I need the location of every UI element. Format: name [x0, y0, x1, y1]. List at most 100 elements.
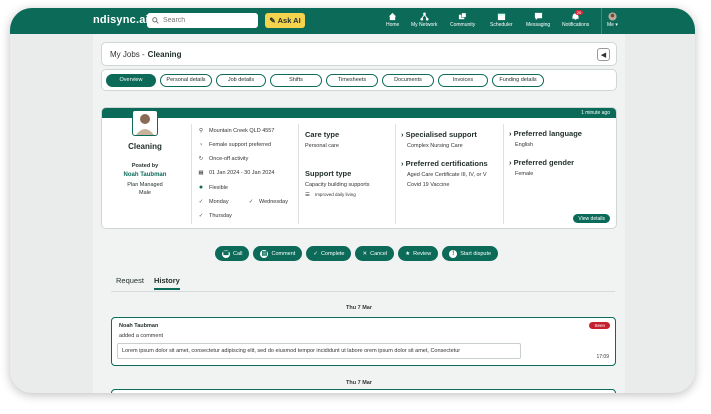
call-button[interactable]: ☎ Call [215, 246, 250, 261]
cancel-label: Cancel [370, 250, 388, 257]
poster-name[interactable]: Noah Taubman [102, 172, 188, 178]
calendar-icon: ▦ [198, 170, 204, 176]
repeat-icon: ↻ [198, 156, 204, 162]
nav-home[interactable]: Home [386, 12, 399, 28]
search-box[interactable] [147, 13, 258, 28]
back-arrow-icon: ◀ [600, 51, 607, 59]
start-dispute-label: Start dispute [460, 250, 492, 257]
comment-author: Noah Taubman [119, 323, 159, 329]
tab-shifts[interactable]: Shifts [270, 73, 322, 87]
specialised-label: Specialised support [405, 130, 477, 139]
back-button[interactable]: ◀ [597, 48, 610, 61]
complete-button[interactable]: ✓ Complete [306, 246, 352, 261]
job-frequency: Once-off activity [209, 156, 249, 162]
comment-button[interactable]: ▤ Comment [253, 246, 303, 261]
nav-scheduler-label: Scheduler [490, 22, 513, 28]
list-icon: ☰ [305, 192, 310, 198]
divider [111, 291, 615, 292]
history-date: Thu 7 Mar [346, 305, 372, 311]
poster-gender: Male [139, 190, 151, 196]
nav-my-network[interactable]: My Network [411, 12, 437, 28]
comment-time: 17:09 [596, 354, 609, 360]
page-title: Cleaning [147, 49, 182, 59]
support-preference: Female support preferred [209, 142, 272, 148]
search-input[interactable] [163, 17, 253, 24]
tab-request[interactable]: Request [116, 276, 144, 290]
start-dispute-button[interactable]: ! Start dispute [442, 246, 499, 261]
care-type-value: Personal care [305, 143, 339, 149]
main-content: My Jobs - Cleaning ◀ Overview Personal d… [93, 34, 625, 393]
tab-job-details[interactable]: Job details [216, 73, 266, 87]
app-logo[interactable]: ndisync.ai [93, 14, 149, 26]
history-comment-entry: Noah Taubman added a comment Lorem ipsum… [111, 317, 616, 366]
tab-personal-details[interactable]: Personal details [160, 73, 212, 87]
cancel-button[interactable]: ✕ Cancel [355, 246, 395, 261]
history-entry [111, 389, 616, 393]
divider [191, 124, 192, 224]
star-icon: ★ [405, 250, 411, 257]
divider [503, 124, 504, 224]
complete-label: Complete [320, 250, 345, 257]
preferences-section: › Preferred language English › Preferred… [509, 129, 582, 177]
tab-timesheets[interactable]: Timesheets [326, 73, 378, 87]
scheduler-icon [497, 13, 505, 21]
day-wednesday: Wednesday [259, 199, 288, 205]
nav-me-label: Me ▾ [607, 22, 618, 28]
history-tabs: Request History [116, 276, 180, 290]
chevron-right-icon: › [401, 130, 404, 139]
phone-icon: ☎ [222, 249, 230, 258]
view-details-button[interactable]: View details [573, 214, 610, 223]
call-label: Call [233, 250, 243, 257]
specialised-value: Complex Nursing Care [407, 143, 463, 149]
location-pin-icon: ⚲ [198, 128, 204, 134]
tab-history[interactable]: History [153, 276, 180, 290]
plan-type: Plan Managed [127, 182, 163, 188]
tab-overview[interactable]: Overview [106, 73, 156, 87]
action-bar: ☎ Call ▤ Comment ✓ Complete ✕ Cancel ★ Review… [215, 246, 499, 261]
check-icon: ✓ [313, 250, 318, 257]
job-summary-card: 1 minute ago Cleaning Posted by Noah Tau… [101, 107, 617, 229]
job-card-header: 1 minute ago [102, 108, 616, 118]
ask-ai-button[interactable]: ✎ Ask AI [265, 13, 305, 28]
nav-my-network-label: My Network [411, 22, 438, 28]
nav-divider [601, 8, 602, 34]
seen-badge: Seen [589, 322, 610, 329]
tab-invoices[interactable]: Invoices [438, 73, 488, 87]
person-photo-icon [136, 114, 154, 135]
language-value: English [515, 142, 534, 148]
day-monday: Monday [209, 199, 229, 205]
network-icon [420, 12, 429, 21]
nav-notifications-label: Notifications [562, 22, 590, 28]
nav-me[interactable]: Me ▾ [607, 12, 618, 28]
comment-action: added a comment [119, 333, 164, 339]
support-subtype: Improved daily living [314, 192, 356, 197]
language-label: Preferred language [513, 129, 582, 138]
nav-community-label: Community [450, 22, 476, 28]
sparkle-icon: ✎ [269, 16, 276, 25]
check-icon: ✓ [198, 199, 204, 205]
nav-community[interactable]: Community [450, 12, 475, 28]
comment-icon: ▤ [260, 249, 269, 258]
page-header: My Jobs - Cleaning ◀ [101, 42, 617, 66]
tab-funding-details[interactable]: Funding details [492, 73, 544, 87]
posted-by-label: Posted by [131, 163, 159, 169]
nav-messaging[interactable]: Messaging [526, 12, 550, 28]
posted-time: 1 minute ago [581, 110, 610, 116]
nav-notifications[interactable]: 20 Notifications [562, 10, 590, 28]
job-dates: 01 Jan 2024 - 30 Jan 2024 [209, 170, 275, 176]
certification-2: Covid 19 Vaccine [407, 182, 450, 188]
day-thursday: Thursday [209, 213, 232, 219]
messaging-icon [534, 12, 542, 21]
certifications-label: Preferred certifications [405, 159, 488, 168]
care-section: Care type Personal care Support type Cap… [305, 130, 370, 198]
tab-documents[interactable]: Documents [382, 73, 434, 87]
support-type-value: Capacity building supports [305, 182, 370, 188]
job-meta: ⚲ Mountain Creek QLD 4557 ♀ Female support… [198, 128, 288, 227]
nav-scheduler[interactable]: Scheduler [490, 12, 513, 28]
close-icon: ✕ [362, 250, 368, 257]
info-icon: ! [449, 249, 458, 258]
review-button[interactable]: ★ Review [398, 246, 439, 261]
clock-icon: ● [198, 184, 204, 191]
nav-messaging-label: Messaging [526, 22, 551, 28]
app-window: ndisync.ai ✎ Ask AI Home My Network Comm… [10, 8, 695, 393]
